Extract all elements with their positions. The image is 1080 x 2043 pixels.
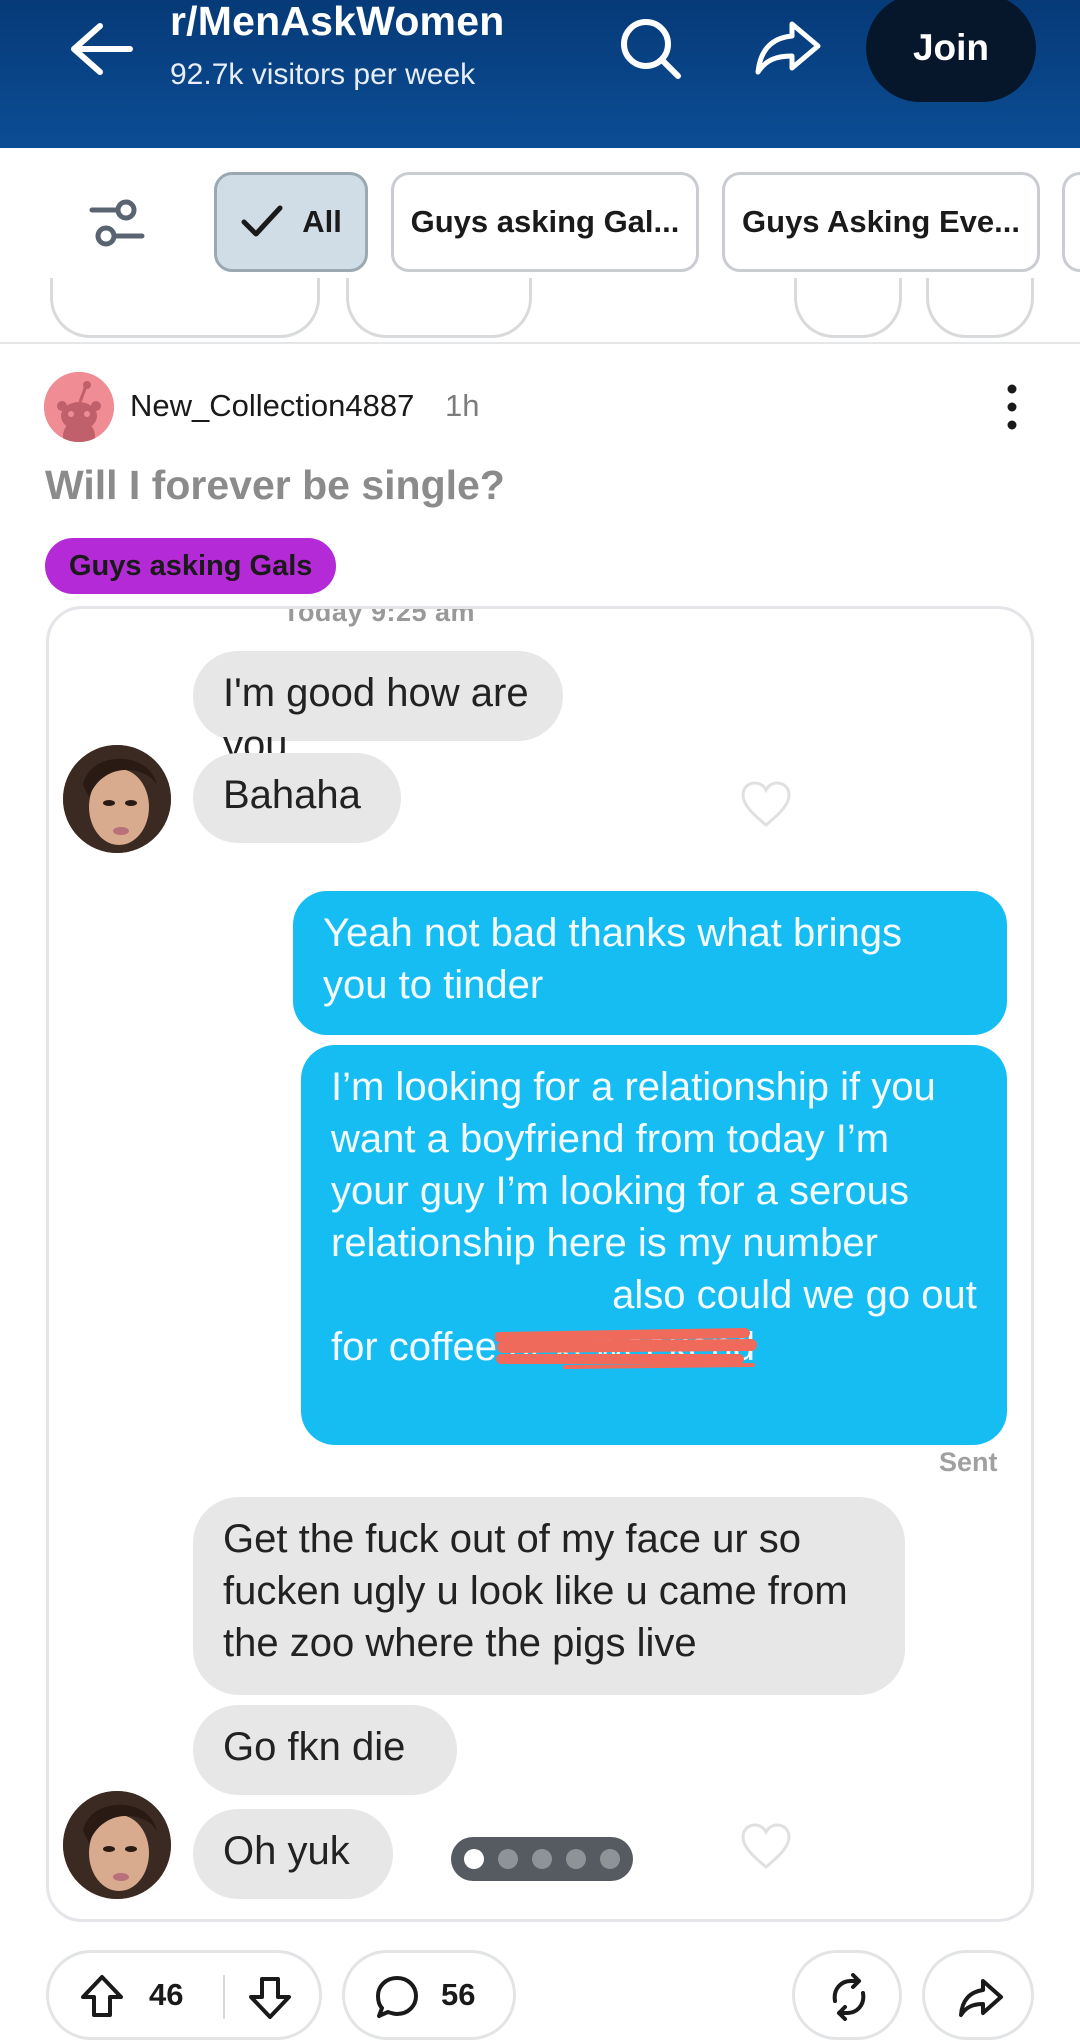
share-button[interactable] [922, 1950, 1034, 2040]
crosspost-icon [832, 1973, 866, 2021]
chat-bubble-received: Bahaha [193, 753, 401, 843]
redacted-phone-number [495, 1328, 757, 1369]
back-arrow-icon[interactable] [66, 18, 136, 80]
filter-chip-label: All [302, 204, 342, 239]
chat-timestamp: Today 9:25 am [282, 606, 476, 627]
profile-photo [63, 1791, 171, 1899]
match-profile-photo [63, 745, 171, 853]
author-avatar[interactable] [44, 372, 114, 442]
filter-chip-label: Guys Asking Eve... [742, 204, 1020, 239]
filter-chip-label: Guys asking Gal... [410, 204, 680, 239]
subreddit-header: r/MenAskWomen 92.7k visitors per week Jo… [0, 0, 1080, 148]
chip-row-overflow [346, 278, 532, 338]
carousel-dot[interactable] [600, 1849, 620, 1869]
share-icon [959, 1979, 1003, 2017]
subreddit-name[interactable]: r/MenAskWomen [170, 0, 504, 45]
chip-row-overflow [926, 278, 1034, 338]
checkmark-icon [241, 205, 283, 237]
chat-bubble-received: Oh yuk [193, 1809, 393, 1899]
more-options-icon[interactable] [992, 382, 1032, 432]
carousel-dot[interactable] [566, 1849, 586, 1869]
post-image-carousel[interactable]: Today 9:25 am I'm good how are you Bahah… [46, 606, 1034, 1922]
upvote-count: 46 [149, 1977, 184, 2012]
chat-bubble-received: Go fkn die [193, 1705, 457, 1795]
downvote-icon[interactable] [247, 1975, 293, 2021]
crosspost-button[interactable] [792, 1950, 902, 2040]
heart-icon[interactable] [739, 779, 793, 829]
heart-icon[interactable] [739, 1821, 793, 1871]
chat-bubble-received: I'm good how are you [193, 651, 563, 767]
carousel-dot[interactable] [498, 1849, 518, 1869]
flair-filter-bar: All Guys asking Gal... Guys Asking Eve..… [0, 148, 1080, 344]
filter-chip-guys-asking-everyone[interactable]: Guys Asking Eve... [722, 172, 1040, 272]
chat-bubble-received: Get the fuck out of my face ur so fucken… [193, 1497, 905, 1695]
filter-chip-more[interactable] [1062, 172, 1080, 272]
vote-control: 46 [46, 1950, 322, 2040]
share-icon[interactable] [752, 14, 824, 82]
message-status: Sent [939, 1447, 998, 1477]
comment-icon [376, 1976, 418, 2018]
filter-chip-guys-asking-gals[interactable]: Guys asking Gal... [391, 172, 699, 272]
filter-chip-all[interactable]: All [214, 172, 368, 272]
upvote-icon[interactable] [79, 1973, 125, 2019]
search-icon[interactable] [616, 14, 684, 82]
visitors-count: 92.7k visitors per week [170, 58, 476, 91]
vote-divider [223, 1975, 225, 2019]
carousel-indicator[interactable] [451, 1837, 633, 1881]
chat-bubble-sent: I’m looking for a relationship if you wa… [301, 1045, 1007, 1445]
post-time: 1h [445, 388, 480, 423]
profile-photo [63, 745, 171, 853]
match-profile-photo [63, 1791, 171, 1899]
carousel-dot[interactable] [532, 1849, 552, 1869]
carousel-dot[interactable] [464, 1849, 484, 1869]
post-title[interactable]: Will I forever be single? [45, 462, 505, 509]
comment-count: 56 [441, 1977, 476, 2012]
post-flair[interactable]: Guys asking Gals [45, 538, 337, 594]
post-author[interactable]: New_Collection4887 [130, 388, 414, 424]
post-action-bar: 46 56 [0, 1940, 1080, 2043]
snoo-avatar-icon [44, 372, 114, 442]
filter-settings-icon[interactable] [86, 192, 150, 256]
chat-message-text: I’m looking for a relationship if you wa… [331, 1065, 936, 1265]
chip-row-overflow [794, 278, 902, 338]
chat-bubble-sent: Yeah not bad thanks what brings you to t… [293, 891, 1007, 1035]
join-button[interactable]: Join [866, 0, 1036, 102]
comments-button[interactable]: 56 [342, 1950, 516, 2040]
chip-row-overflow [50, 278, 320, 338]
